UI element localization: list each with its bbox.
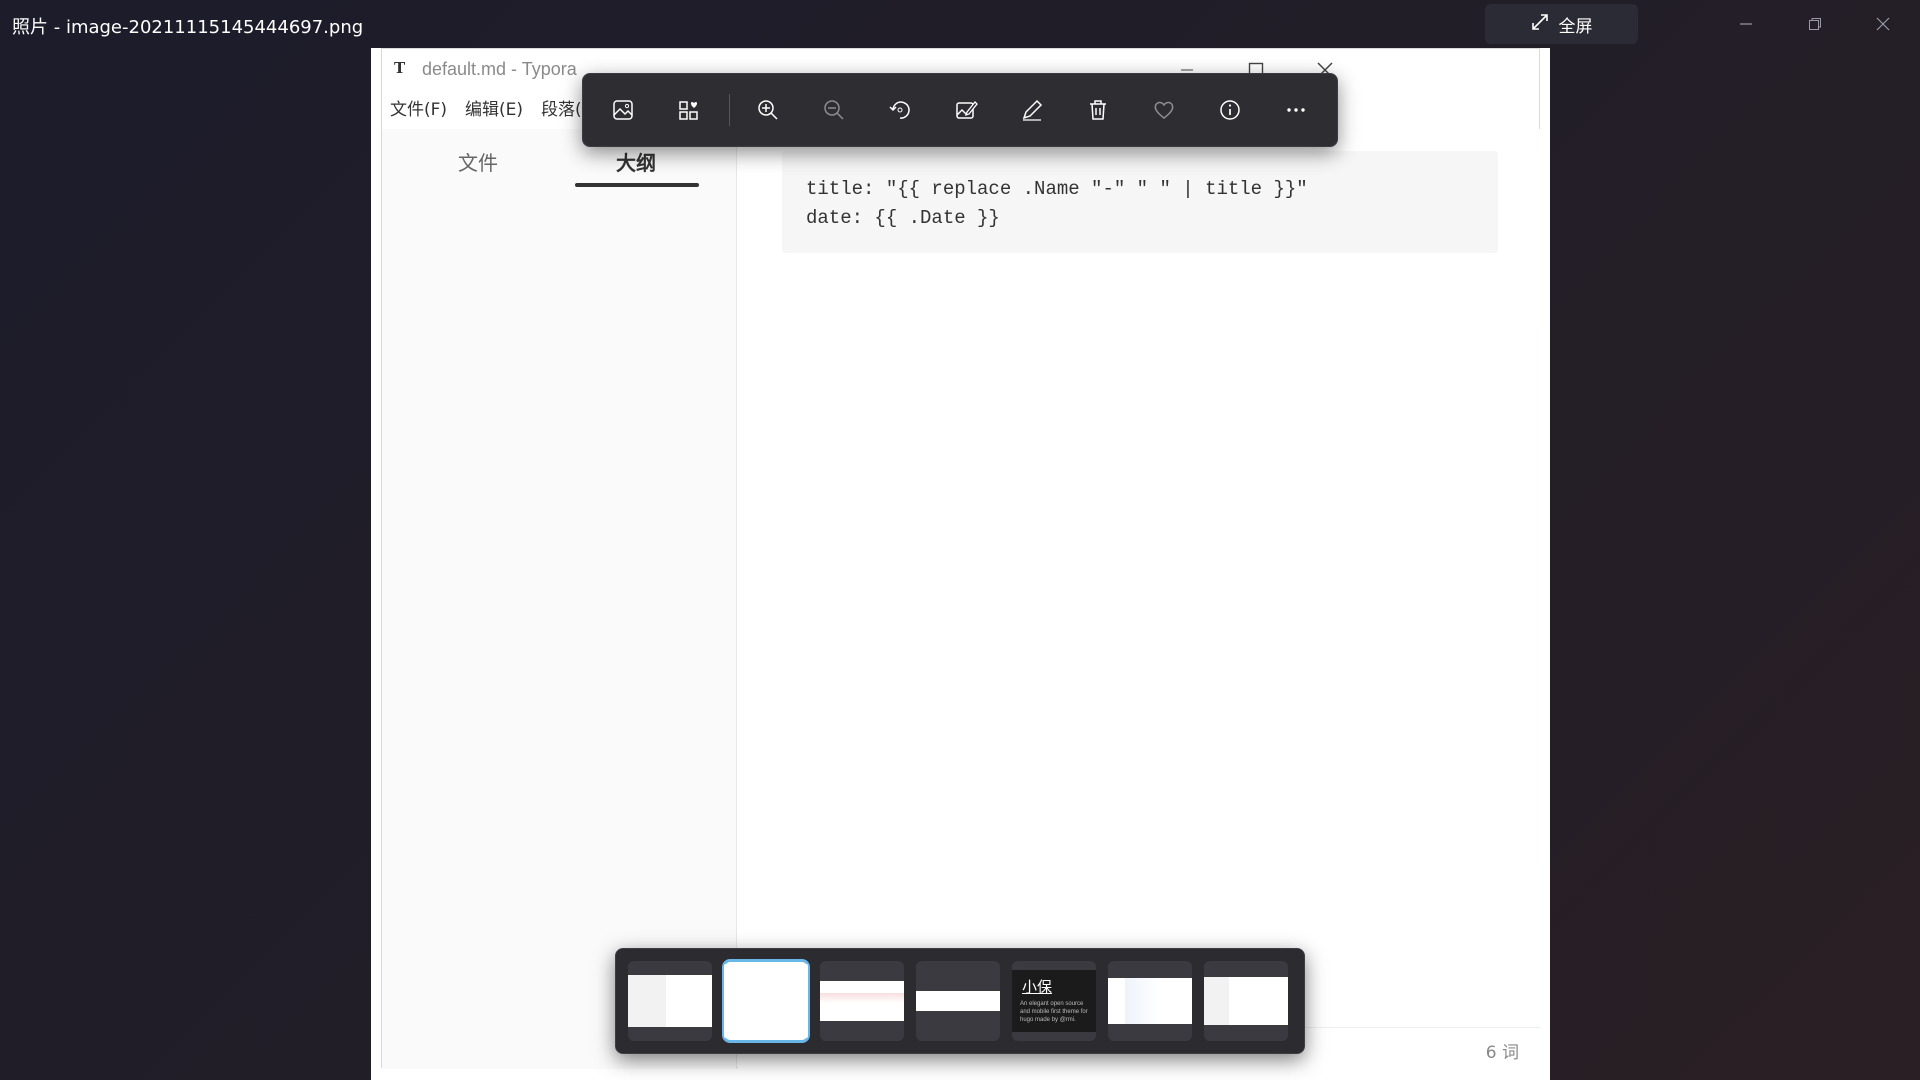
typora-editor: title: "{{ replace .Name "-" " " | title… bbox=[738, 129, 1541, 1069]
thumbnail-label: 小保 bbox=[1022, 978, 1053, 996]
thumbnail-5[interactable]: 小保 An elegant open source and mobile fir… bbox=[1012, 961, 1096, 1041]
window-title: 照片 - image-20211115145444697.png bbox=[12, 17, 364, 38]
more-icon bbox=[1287, 108, 1305, 112]
edit-image-button[interactable] bbox=[597, 84, 649, 136]
edit-with-app-button[interactable] bbox=[940, 84, 992, 136]
thumbnail-2-selected[interactable] bbox=[722, 959, 810, 1043]
image-toolbar bbox=[582, 73, 1338, 147]
fullscreen-label: 全屏 bbox=[1558, 16, 1593, 37]
delete-button[interactable] bbox=[1072, 84, 1124, 136]
typora-window: T default.md - Typora 文件(F) 编辑(E) 段落( 文件… bbox=[381, 48, 1541, 1069]
menu-edit: 编辑(E) bbox=[465, 100, 524, 120]
restore-button[interactable] bbox=[1792, 8, 1838, 40]
rotate-button[interactable] bbox=[874, 84, 926, 136]
photos-titlebar: 照片 - image-20211115145444697.png 全屏 bbox=[0, 0, 1920, 48]
menu-file: 文件(F) bbox=[390, 100, 448, 120]
filmstrip: 小保 An elegant open source and mobile fir… bbox=[615, 948, 1305, 1054]
thumbnail-3[interactable] bbox=[820, 961, 904, 1041]
tab-outline: 大纲 bbox=[616, 151, 656, 175]
expand-icon bbox=[1531, 13, 1549, 36]
pen-icon bbox=[1022, 99, 1043, 121]
thumbnail-image bbox=[628, 975, 712, 1027]
zoom-out-icon bbox=[824, 100, 844, 120]
thumbnail-image bbox=[724, 964, 808, 1038]
draw-button[interactable] bbox=[1006, 84, 1058, 136]
trash-icon bbox=[1090, 100, 1106, 120]
heart-icon bbox=[1154, 101, 1174, 119]
toolbar-separator bbox=[729, 94, 730, 126]
code-block: title: "{{ replace .Name "-" " " | title… bbox=[782, 151, 1498, 253]
tab-files: 文件 bbox=[458, 151, 498, 175]
minimize-button[interactable] bbox=[1723, 8, 1769, 40]
zoom-in-icon bbox=[758, 100, 778, 120]
thumbnail-subtext: An elegant open source and mobile first … bbox=[1020, 1001, 1088, 1023]
fullscreen-button[interactable]: 全屏 bbox=[1485, 4, 1638, 44]
zoom-in-button[interactable] bbox=[742, 84, 794, 136]
typora-sidebar: 文件 大纲 bbox=[382, 129, 737, 1069]
album-icon bbox=[679, 101, 698, 120]
displayed-image[interactable]: T default.md - Typora 文件(F) 编辑(E) 段落( 文件… bbox=[371, 48, 1550, 1080]
thumbnail-image bbox=[820, 981, 904, 1021]
rotate-icon bbox=[889, 101, 910, 119]
thumbnail-image: 小保 An elegant open source and mobile fir… bbox=[1012, 970, 1096, 1032]
edit-photo-icon bbox=[956, 101, 978, 119]
minimize-icon bbox=[1740, 23, 1752, 25]
menu-paragraph: 段落( bbox=[541, 100, 582, 120]
thumbnail-image bbox=[916, 991, 1000, 1011]
typora-window-title: default.md - Typora bbox=[422, 59, 577, 79]
typora-logo-icon: T bbox=[394, 59, 406, 77]
info-icon bbox=[1220, 100, 1240, 120]
zoom-out-button[interactable] bbox=[808, 84, 860, 136]
tab-underline bbox=[575, 183, 699, 187]
thumbnail-4[interactable] bbox=[916, 961, 1000, 1041]
close-icon bbox=[1876, 17, 1890, 31]
thumbnail-1[interactable] bbox=[628, 961, 712, 1041]
word-count: 6 词 bbox=[1485, 1043, 1519, 1063]
close-button[interactable] bbox=[1860, 8, 1906, 40]
thumbnail-6[interactable] bbox=[1108, 961, 1192, 1041]
add-to-album-button[interactable] bbox=[663, 84, 715, 136]
more-button[interactable] bbox=[1270, 84, 1322, 136]
favorite-button[interactable] bbox=[1138, 84, 1190, 136]
thumbnail-image bbox=[1108, 978, 1192, 1024]
info-button[interactable] bbox=[1204, 84, 1256, 136]
thumbnail-7[interactable] bbox=[1204, 961, 1288, 1041]
restore-icon bbox=[1809, 18, 1821, 30]
edit-image-icon bbox=[613, 100, 633, 120]
thumbnail-image bbox=[1204, 977, 1288, 1025]
